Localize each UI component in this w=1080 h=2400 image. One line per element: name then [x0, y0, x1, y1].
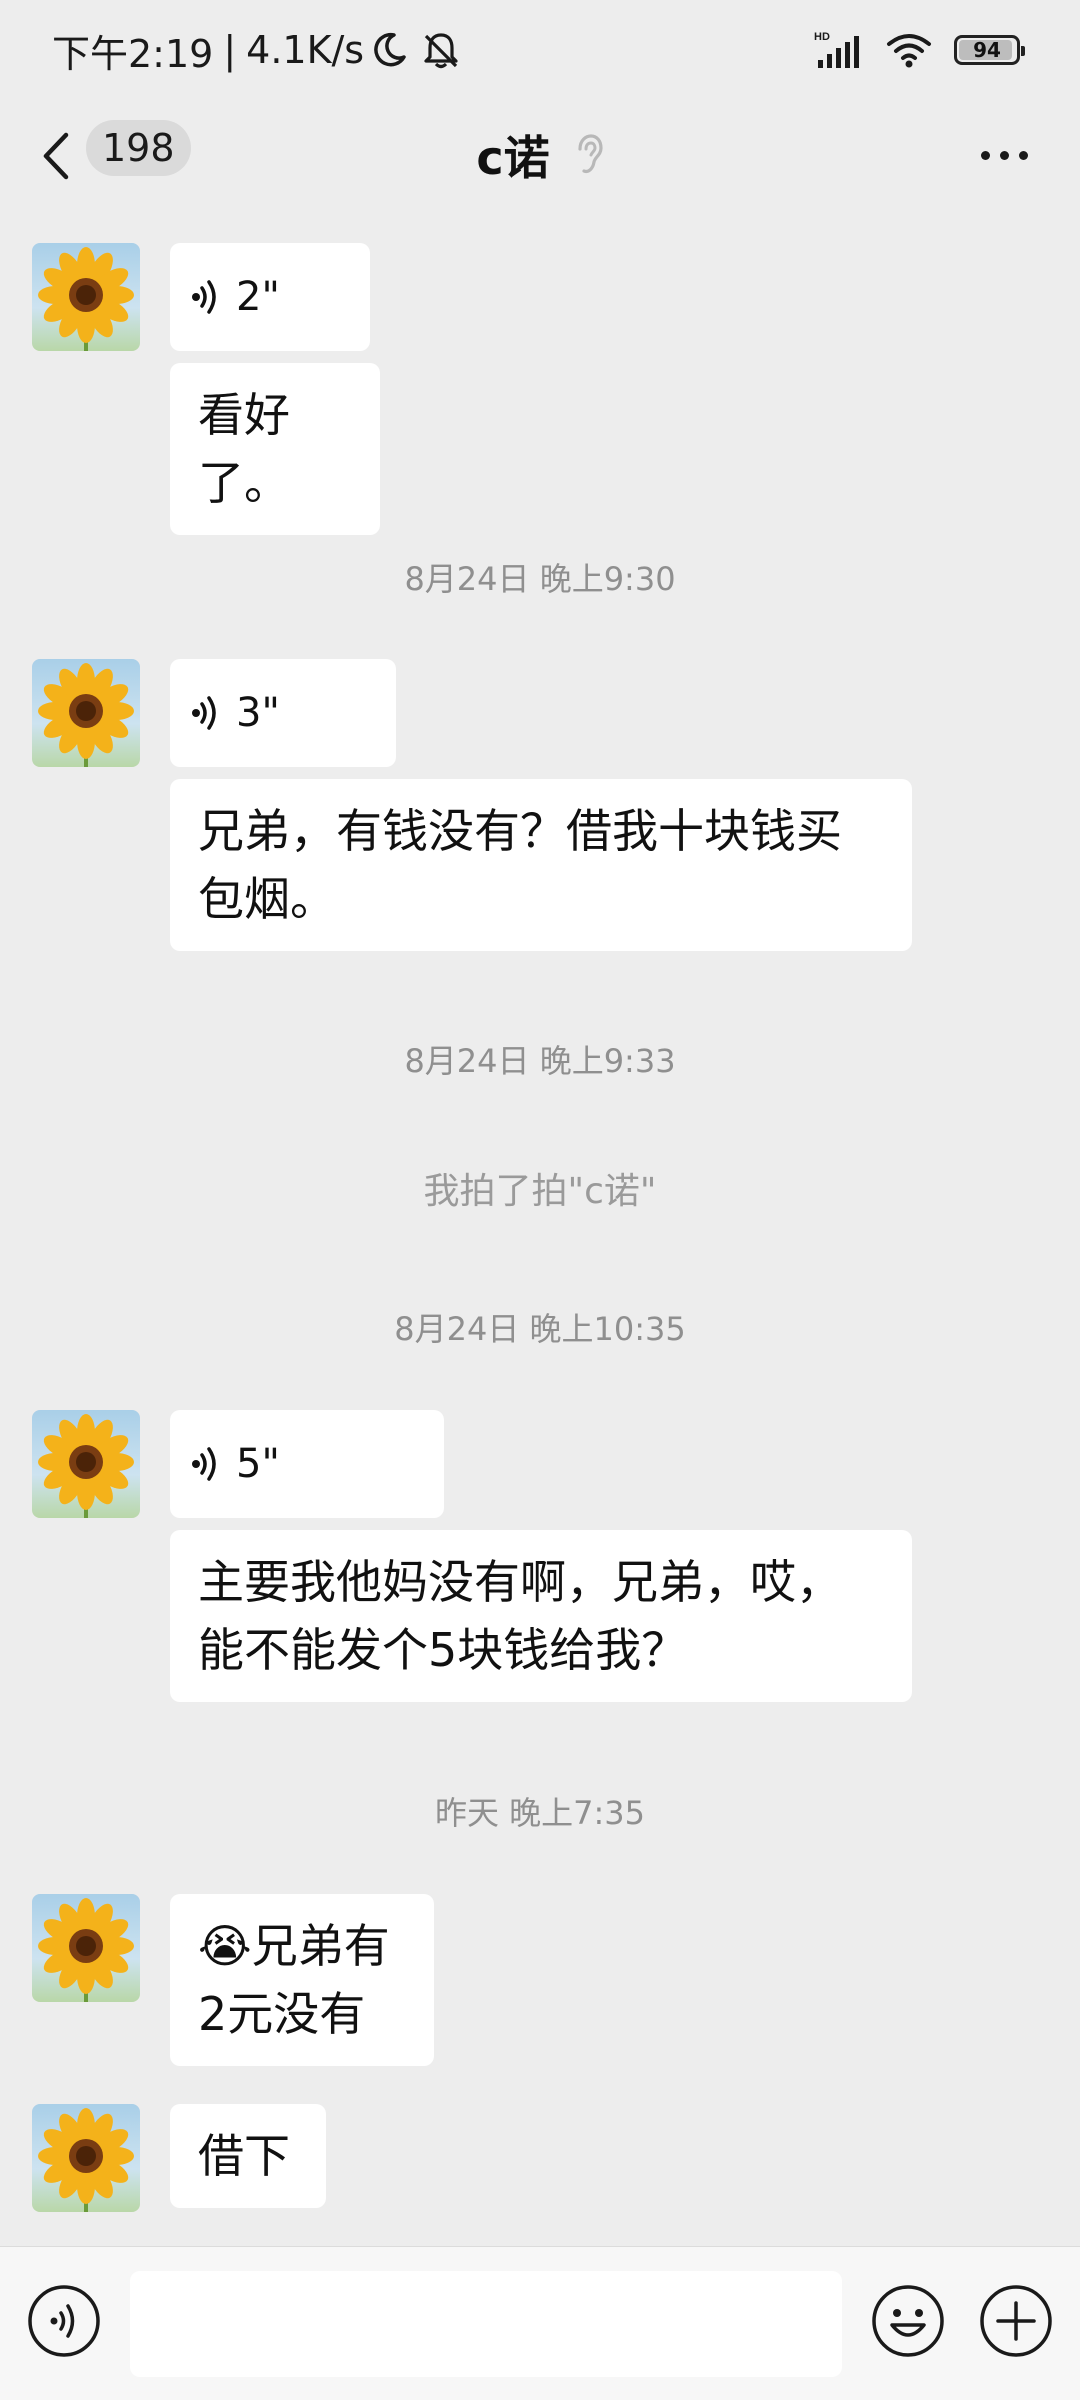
sunflower-icon	[38, 1414, 134, 1518]
timestamp: 8月24日 晚上9:30	[404, 560, 676, 598]
voice-duration: 2"	[236, 274, 280, 320]
plus-icon[interactable]	[978, 2283, 1054, 2359]
voice-input-icon[interactable]	[26, 2283, 102, 2359]
timestamp: 昨天 晚上7:35	[434, 1794, 646, 1832]
voice-wave-icon	[192, 693, 222, 733]
sunflower-icon	[38, 663, 134, 767]
message-text: 兄弟，有钱没有？借我十块钱买包烟。	[198, 804, 842, 926]
signal-hd-label: HD	[814, 31, 830, 43]
voice-duration: 3"	[236, 690, 280, 736]
ear-icon	[574, 133, 604, 177]
text-message[interactable]: 兄弟，有钱没有？借我十块钱买包烟。	[170, 779, 912, 951]
status-bar: 下午2:19 | 4.1K/s HD 94	[0, 0, 1080, 100]
pat-system-message: 我拍了拍"c诺"	[423, 1171, 657, 1212]
sunflower-icon	[38, 2108, 134, 2212]
timestamp: 8月24日 晚上9:33	[404, 1042, 676, 1080]
voice-duration: 5"	[236, 1441, 280, 1487]
status-right: HD 94	[814, 30, 1025, 70]
network-speed: 4.1K/s	[246, 28, 365, 72]
contact-avatar[interactable]	[32, 243, 140, 351]
battery-percent: 94	[973, 38, 1001, 62]
chat-title: c诺	[476, 131, 550, 185]
wifi-icon	[886, 32, 932, 68]
timestamp: 8月24日 晚上10:35	[394, 1310, 686, 1348]
voice-message[interactable]: 3"	[170, 659, 396, 767]
contact-avatar[interactable]	[32, 1410, 140, 1518]
voice-wave-icon	[192, 1444, 222, 1484]
mute-bell-icon	[422, 30, 460, 70]
battery-icon: 94	[954, 35, 1025, 65]
input-bar	[0, 2246, 1080, 2400]
message-text: 借下	[198, 2129, 290, 2183]
title-wrap: c诺	[0, 100, 1080, 210]
chat-header: 198 c诺	[0, 100, 1080, 210]
message-text: 主要我他妈没有啊，兄弟，哎，能不能发个5块钱给我？	[198, 1555, 842, 1677]
moon-icon	[372, 31, 408, 69]
signal-icon: HD	[814, 30, 864, 70]
status-separator: |	[223, 28, 237, 72]
chat-area[interactable]: 2" 看好了。 8月24日 晚上9:30 3" 兄弟，有钱没有？借我十块钱买包烟…	[0, 210, 1080, 2246]
crying-emoji-icon: 😭	[198, 1919, 252, 1973]
message-text: 看好了。	[198, 388, 290, 510]
sunflower-icon	[38, 1898, 134, 2002]
status-time: 下午2:19	[52, 31, 214, 76]
message-input[interactable]	[130, 2271, 842, 2377]
text-message[interactable]: 😭兄弟有2元没有	[170, 1894, 434, 2066]
text-message[interactable]: 借下	[170, 2104, 326, 2208]
text-message[interactable]: 看好了。	[170, 363, 380, 535]
voice-message[interactable]: 2"	[170, 243, 370, 351]
voice-wave-icon	[192, 277, 222, 317]
contact-avatar[interactable]	[32, 1894, 140, 2002]
status-left: 下午2:19 | 4.1K/s	[52, 23, 460, 78]
contact-avatar[interactable]	[32, 659, 140, 767]
sunflower-icon	[38, 247, 134, 351]
voice-message[interactable]: 5"	[170, 1410, 444, 1518]
text-message[interactable]: 主要我他妈没有啊，兄弟，哎，能不能发个5块钱给我？	[170, 1530, 912, 1702]
more-icon[interactable]	[981, 140, 1028, 170]
contact-avatar[interactable]	[32, 2104, 140, 2212]
emoji-icon[interactable]	[870, 2283, 946, 2359]
